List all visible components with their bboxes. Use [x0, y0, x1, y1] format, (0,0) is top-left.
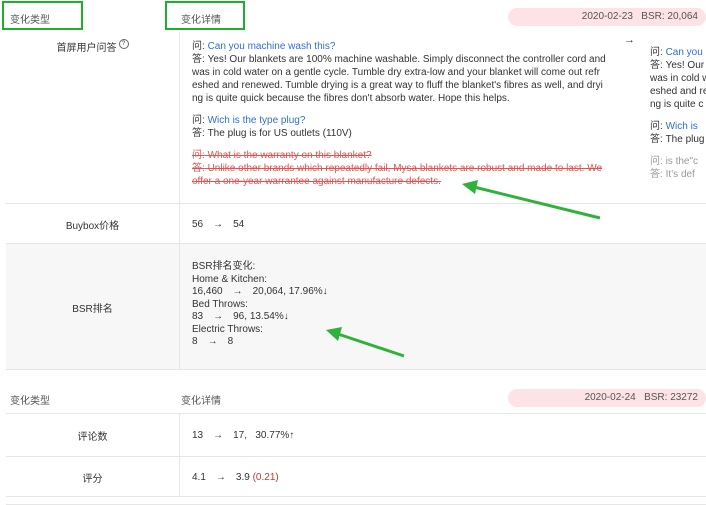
change-type-header: 变化类型: [10, 396, 50, 407]
arrow-icon: →: [213, 430, 224, 441]
date-bsr-badge: 2020-02-24 BSR: 23272: [508, 389, 706, 407]
reviews-values: 13 → 17, 30.77%↑: [192, 430, 295, 441]
annotation-arrow-2: [326, 327, 405, 358]
bsr-label: BSR:: [644, 392, 668, 403]
change-detail-header: 变化详情: [181, 396, 221, 407]
rating-label: 评分: [6, 457, 180, 497]
annotation-arrow-1: [462, 180, 601, 220]
reviews-label: 评论数: [6, 413, 180, 457]
date-text: 2020-02-24: [584, 392, 636, 403]
next-row: [6, 497, 706, 505]
bsr-value: 23272: [670, 392, 698, 403]
rating-values: 4.1 → 3.9 (0.21): [192, 472, 279, 483]
arrow-icon: →: [215, 472, 226, 483]
